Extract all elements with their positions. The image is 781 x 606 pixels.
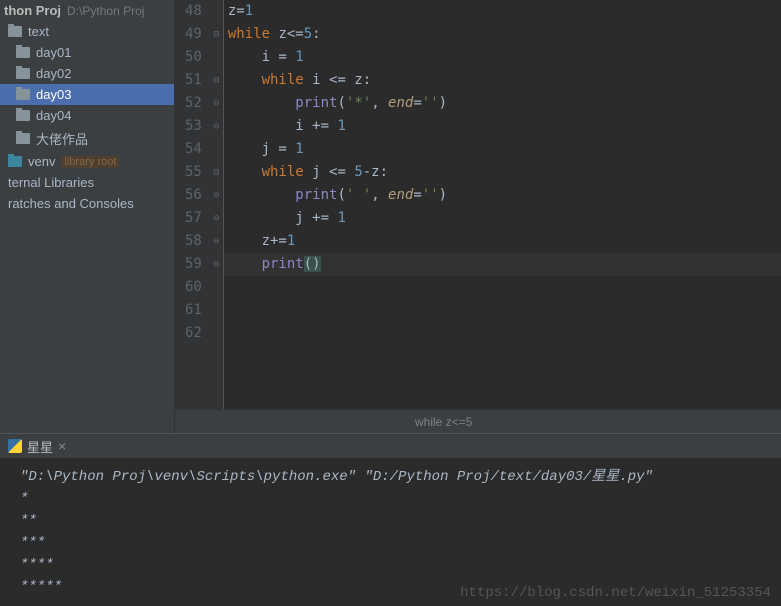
close-icon[interactable]: ×	[58, 438, 66, 454]
watermark-text: https://blog.csdn.net/weixin_51253354	[460, 585, 771, 601]
line-gutter: 484950515253545556575859606162	[175, 0, 210, 409]
library-root-badge: library root	[61, 156, 119, 168]
tree-label: day01	[36, 45, 71, 60]
tree-item-day04[interactable]: day04	[0, 105, 174, 126]
folder-icon	[16, 47, 30, 58]
tree-label: day03	[36, 87, 71, 102]
breadcrumb-bar[interactable]: while z<=5	[175, 409, 781, 433]
folder-icon	[16, 89, 30, 100]
console-panel: 星星 × "D:\Python Proj\venv\Scripts\python…	[0, 433, 781, 606]
code-column[interactable]: z=1 while z<=5: i = 1 while i <= z: prin…	[224, 0, 781, 409]
console-tab-label: 星星	[27, 437, 53, 456]
console-line: *	[20, 488, 761, 510]
tree-label: 大佬作品	[36, 129, 88, 148]
tree-label: ratches and Consoles	[8, 196, 134, 211]
tree-label: day02	[36, 66, 71, 81]
folder-icon	[16, 133, 30, 144]
console-cmd: "D:\Python Proj\venv\Scripts\python.exe"…	[20, 466, 761, 488]
tree-item-venv[interactable]: venv library root	[0, 151, 174, 172]
editor-area: 484950515253545556575859606162 ⊟⊟⊖⊖⊟⊖⊖⊖⊖…	[175, 0, 781, 433]
tree-item-text[interactable]: text	[0, 21, 174, 42]
console-tab[interactable]: 星星 ×	[8, 437, 66, 456]
console-output[interactable]: "D:\Python Proj\venv\Scripts\python.exe"…	[0, 458, 781, 606]
tree-item-scratches[interactable]: ratches and Consoles	[0, 193, 174, 214]
tree-item-external-libs[interactable]: ternal Libraries	[0, 172, 174, 193]
code-editor[interactable]: 484950515253545556575859606162 ⊟⊟⊖⊖⊟⊖⊖⊖⊖…	[175, 0, 781, 409]
project-path: D:\Python Proj	[67, 4, 144, 18]
tree-label: day04	[36, 108, 71, 123]
console-tabs: 星星 ×	[0, 434, 781, 458]
folder-icon	[16, 110, 30, 121]
tree-item-day01[interactable]: day01	[0, 42, 174, 63]
fold-column: ⊟⊟⊖⊖⊟⊖⊖⊖⊖	[210, 0, 224, 409]
folder-icon	[16, 68, 30, 79]
console-line: ***	[20, 532, 761, 554]
tree-item-day03[interactable]: day03	[0, 84, 174, 105]
folder-icon	[8, 156, 22, 167]
tree-label: ternal Libraries	[8, 175, 94, 190]
breadcrumb-text: while z<=5	[415, 415, 472, 429]
tree-label: text	[28, 24, 49, 39]
tree-label: venv	[28, 154, 55, 169]
tree-item-dalao[interactable]: 大佬作品	[0, 126, 174, 151]
console-line: **	[20, 510, 761, 532]
project-header[interactable]: thon Proj D:\Python Proj	[0, 0, 174, 21]
tree-item-day02[interactable]: day02	[0, 63, 174, 84]
console-line: ****	[20, 554, 761, 576]
python-icon	[8, 439, 22, 453]
folder-icon	[8, 26, 22, 37]
project-sidebar: thon Proj D:\Python Proj text day01 day0…	[0, 0, 175, 433]
project-name: thon Proj	[4, 3, 61, 18]
